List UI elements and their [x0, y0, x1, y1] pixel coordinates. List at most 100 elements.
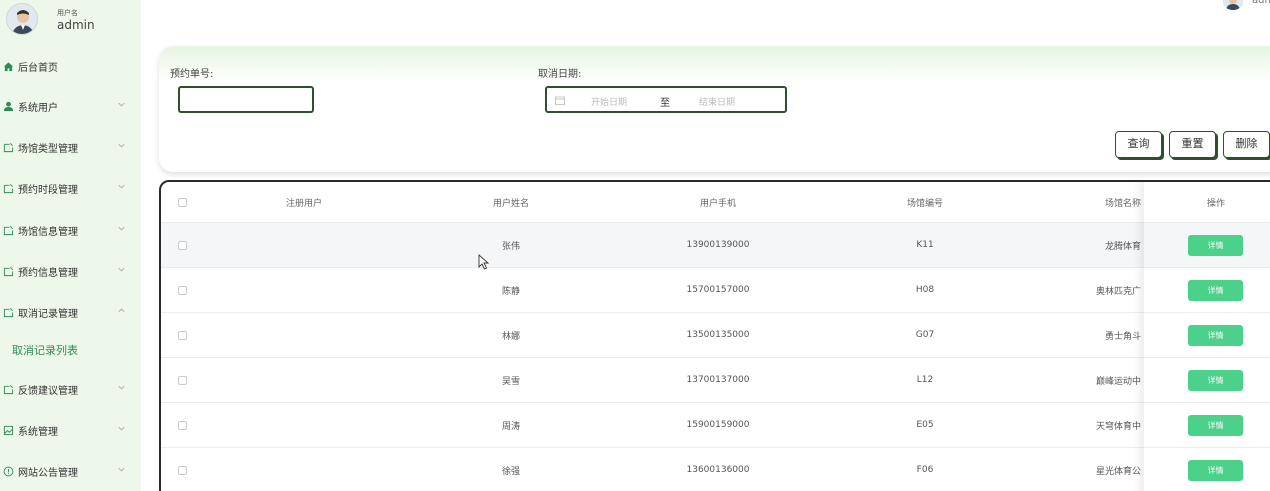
cell-venue-code: G07: [915, 330, 935, 340]
sidebar-item-time-slots[interactable]: 预约时段管理: [0, 177, 141, 199]
table-row[interactable]: 陈静 15700157000 H08 奥林匹克广 详情: [161, 268, 1270, 313]
cell-user: [204, 223, 404, 267]
delete-button[interactable]: 删除: [1223, 131, 1270, 158]
cell-venue-code: H08: [915, 285, 935, 295]
sidebar-item-feedback[interactable]: 反馈建议管理: [0, 378, 141, 400]
folder-icon: [2, 383, 14, 395]
table-row[interactable]: 张伟 13900139000 K11 龙腾体育 详情: [161, 223, 1270, 268]
cell-venue-name: 巅峰运动中: [1095, 376, 1141, 387]
sidebar-item-label: 系统用户: [18, 102, 58, 114]
table-row[interactable]: 林娜 13500135000 G07 勇士角斗 详情: [161, 313, 1270, 358]
user-caption: 用户名: [57, 9, 78, 17]
chevron-down-icon: [118, 426, 125, 431]
sidebar-item-venue-types[interactable]: 场馆类型管理: [0, 136, 141, 158]
calendar-icon: [555, 96, 565, 105]
query-button[interactable]: 查询: [1115, 131, 1162, 158]
sidebar-item-venue-info[interactable]: 场馆信息管理: [0, 219, 141, 241]
sidebar-item-booking-info[interactable]: 预约信息管理: [0, 260, 141, 282]
chevron-down-icon: [118, 143, 125, 148]
cell-venue-name: 星光体育公: [1095, 466, 1141, 477]
select-all-checkbox[interactable]: [177, 197, 187, 207]
end-date-input[interactable]: 结束日期: [699, 95, 735, 108]
chevron-down-icon: [118, 102, 125, 107]
start-date-input[interactable]: 开始日期: [591, 95, 627, 108]
table-row[interactable]: 周涛 15900159000 E05 天穹体育中 详情: [161, 403, 1270, 448]
sidebar-item-system[interactable]: 系统管理: [0, 419, 141, 441]
sidebar-item-cancel-records[interactable]: 取消记录管理: [0, 301, 141, 323]
cell-user: [204, 268, 404, 312]
cell-venue-name: 龙腾体育: [1104, 241, 1141, 252]
cell-user: [204, 358, 404, 402]
row-checkbox[interactable]: [177, 240, 187, 250]
column-header: 用户姓名: [492, 198, 529, 209]
detail-button[interactable]: 详情: [1188, 369, 1243, 391]
table-row[interactable]: 徐强 13600136000 F06 星光体育公 详情: [161, 448, 1270, 491]
detail-button[interactable]: 详情: [1188, 459, 1243, 481]
cell-venue-code: K11: [916, 240, 934, 250]
folder-icon: [2, 224, 14, 236]
cell-venue-code: F06: [916, 465, 934, 475]
cell-user: [204, 403, 404, 447]
cancel-date-label: 取消日期:: [538, 69, 582, 80]
reset-button[interactable]: 重置: [1169, 131, 1216, 158]
sidebar-item-label: 场馆信息管理: [18, 226, 78, 238]
sidebar-item-home[interactable]: 后台首页: [0, 55, 141, 77]
cell-name: 张伟: [501, 241, 520, 252]
avatar[interactable]: [6, 3, 38, 35]
chevron-down-icon: [118, 385, 125, 390]
detail-button[interactable]: 详情: [1188, 279, 1243, 301]
cell-venue-code: L12: [916, 375, 934, 385]
cell-venue-name: 奥林匹克广: [1095, 286, 1141, 297]
row-checkbox[interactable]: [177, 285, 187, 295]
cell-phone: 13900139000: [686, 240, 750, 250]
sidebar-item-label: 反馈建议管理: [18, 385, 78, 397]
cell-venue-name: 勇士角斗: [1104, 331, 1141, 342]
cell-name: 徐强: [501, 466, 520, 477]
sidebar-item-system-users[interactable]: 系统用户: [0, 95, 141, 117]
header-username[interactable]: adm: [1252, 0, 1270, 6]
row-checkbox[interactable]: [177, 330, 187, 340]
table-header-row: 注册用户 用户姓名 用户手机 场馆编号 场馆名称 操作: [161, 182, 1270, 223]
detail-button[interactable]: 详情: [1188, 414, 1243, 436]
table-row[interactable]: 吴雪 13700137000 L12 巅峰运动中 详情: [161, 358, 1270, 403]
row-checkbox[interactable]: [177, 420, 187, 430]
chevron-down-icon: [118, 267, 125, 272]
cell-name: 陈静: [501, 286, 520, 297]
cell-phone: 13500135000: [686, 330, 750, 340]
header-avatar[interactable]: [1223, 0, 1243, 10]
sidebar: 用户名 admin 后台首页 系统用户 场馆类型管理 预约时段管理 场馆信息管理: [0, 0, 141, 491]
chevron-down-icon: [118, 467, 125, 472]
sidebar-item-label: 后台首页: [18, 62, 58, 74]
detail-button[interactable]: 详情: [1188, 234, 1243, 256]
cell-phone: 13600136000: [686, 465, 750, 475]
cell-user: [204, 448, 404, 491]
order-number-input[interactable]: [178, 86, 314, 113]
cell-name: 吴雪: [501, 376, 520, 387]
submenu-item-cancel-list[interactable]: 取消记录列表: [12, 342, 78, 358]
info-icon: [2, 465, 14, 477]
row-checkbox[interactable]: [177, 375, 187, 385]
row-checkbox[interactable]: [177, 465, 187, 475]
column-header: 场馆编号: [906, 198, 943, 209]
cell-venue-name: 天穹体育中: [1095, 421, 1141, 432]
chevron-up-icon: [118, 308, 125, 313]
folder-icon: [2, 182, 14, 194]
cancel-date-range-picker[interactable]: 开始日期 至 结束日期: [545, 86, 787, 113]
sidebar-item-announcements[interactable]: 网站公告管理: [0, 460, 141, 482]
sidebar-item-label: 预约时段管理: [18, 184, 78, 196]
column-header: 操作: [1206, 198, 1225, 209]
home-icon: [2, 60, 14, 72]
cell-name: 林娜: [501, 331, 520, 342]
order-number-label: 预约单号:: [170, 69, 214, 80]
sidebar-item-label: 取消记录管理: [18, 308, 78, 320]
cell-phone: 15700157000: [686, 285, 750, 295]
cell-phone: 15900159000: [686, 420, 750, 430]
sidebar-item-label: 预约信息管理: [18, 267, 78, 279]
mouse-cursor-icon: [478, 254, 490, 270]
user-name: admin: [57, 18, 95, 32]
folder-icon: [2, 265, 14, 277]
user-block: 用户名 admin: [0, 0, 141, 44]
date-separator: 至: [660, 98, 670, 109]
user-icon: [2, 100, 14, 112]
detail-button[interactable]: 详情: [1188, 324, 1243, 346]
